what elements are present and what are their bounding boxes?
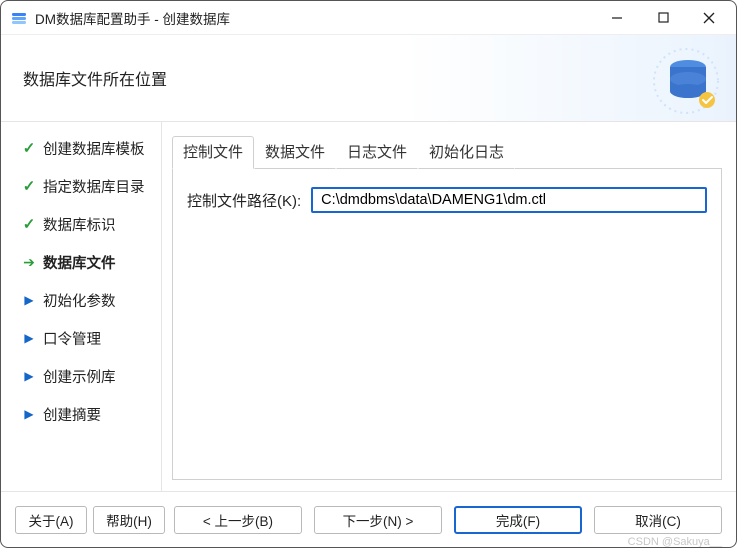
- back-button[interactable]: < 上一步(B): [174, 506, 302, 534]
- step-summary[interactable]: ▶ 创建摘要: [21, 404, 161, 424]
- application-window: DM数据库配置助手 - 创建数据库 数据库文件所在位置: [0, 0, 737, 548]
- step-label: 创建示例库: [43, 366, 116, 387]
- step-label: 指定数据库目录: [43, 176, 145, 197]
- window-controls: [594, 1, 732, 34]
- titlebar: DM数据库配置助手 - 创建数据库: [1, 1, 736, 35]
- tab-spacer: [515, 168, 722, 169]
- control-file-path-input[interactable]: [311, 187, 707, 213]
- step-db-identity[interactable]: ✓ 数据库标识: [21, 214, 161, 234]
- footer-left: 关于(A) 帮助(H): [15, 506, 165, 534]
- triangle-right-icon: ▶: [21, 406, 37, 422]
- control-file-path-label: 控制文件路径(K):: [187, 190, 301, 211]
- maximize-icon: [658, 12, 669, 23]
- step-label: 数据库文件: [43, 252, 116, 273]
- step-init-params[interactable]: ▶ 初始化参数: [21, 290, 161, 310]
- tab-init-log[interactable]: 初始化日志: [418, 136, 515, 169]
- wizard-steps: ✓ 创建数据库模板 ✓ 指定数据库目录 ✓ 数据库标识 ➔ 数据库文件 ▶ 初始…: [1, 122, 161, 491]
- step-label: 创建数据库模板: [43, 138, 145, 159]
- page-title: 数据库文件所在位置: [23, 66, 167, 90]
- watermark: CSDN @Sakuya__: [628, 536, 722, 548]
- database-illustration: [648, 43, 724, 118]
- step-create-template[interactable]: ✓ 创建数据库模板: [21, 138, 161, 158]
- help-button[interactable]: 帮助(H): [93, 506, 165, 534]
- app-icon: [11, 10, 27, 26]
- footer-right: < 上一步(B) 下一步(N) > 完成(F) 取消(C): [174, 506, 722, 534]
- check-icon: ✓: [21, 216, 37, 232]
- triangle-right-icon: ▶: [21, 292, 37, 308]
- control-file-path-row: 控制文件路径(K):: [187, 187, 707, 213]
- step-db-directory[interactable]: ✓ 指定数据库目录: [21, 176, 161, 196]
- step-label: 创建摘要: [43, 404, 101, 425]
- window-title: DM数据库配置助手 - 创建数据库: [35, 8, 586, 28]
- check-icon: ✓: [21, 178, 37, 194]
- footer: 关于(A) 帮助(H) < 上一步(B) 下一步(N) > 完成(F) 取消(C…: [1, 491, 736, 547]
- tab-bar: 控制文件 数据文件 日志文件 初始化日志: [172, 136, 722, 169]
- main-area: ✓ 创建数据库模板 ✓ 指定数据库目录 ✓ 数据库标识 ➔ 数据库文件 ▶ 初始…: [1, 121, 736, 491]
- tab-log-file[interactable]: 日志文件: [336, 136, 418, 169]
- arrow-right-icon: ➔: [21, 254, 37, 270]
- close-icon: [703, 12, 715, 24]
- maximize-button[interactable]: [640, 1, 686, 34]
- about-button[interactable]: 关于(A): [15, 506, 87, 534]
- step-label: 数据库标识: [43, 214, 116, 235]
- step-db-files[interactable]: ➔ 数据库文件: [21, 252, 161, 272]
- triangle-right-icon: ▶: [21, 368, 37, 384]
- finish-button[interactable]: 完成(F): [454, 506, 582, 534]
- content-panel: 控制文件 数据文件 日志文件 初始化日志 控制文件路径(K):: [161, 122, 736, 491]
- cancel-button[interactable]: 取消(C): [594, 506, 722, 534]
- close-button[interactable]: [686, 1, 732, 34]
- step-label: 初始化参数: [43, 290, 116, 311]
- check-icon: ✓: [21, 140, 37, 156]
- header: 数据库文件所在位置: [1, 35, 736, 121]
- step-sample-db[interactable]: ▶ 创建示例库: [21, 366, 161, 386]
- step-label: 口令管理: [43, 328, 101, 349]
- minimize-button[interactable]: [594, 1, 640, 34]
- tab-panel-control-file: 控制文件路径(K):: [172, 169, 722, 480]
- tab-data-file[interactable]: 数据文件: [254, 136, 336, 169]
- step-password[interactable]: ▶ 口令管理: [21, 328, 161, 348]
- minimize-icon: [611, 12, 623, 24]
- triangle-right-icon: ▶: [21, 330, 37, 346]
- next-button[interactable]: 下一步(N) >: [314, 506, 442, 534]
- tab-control-file[interactable]: 控制文件: [172, 136, 254, 169]
